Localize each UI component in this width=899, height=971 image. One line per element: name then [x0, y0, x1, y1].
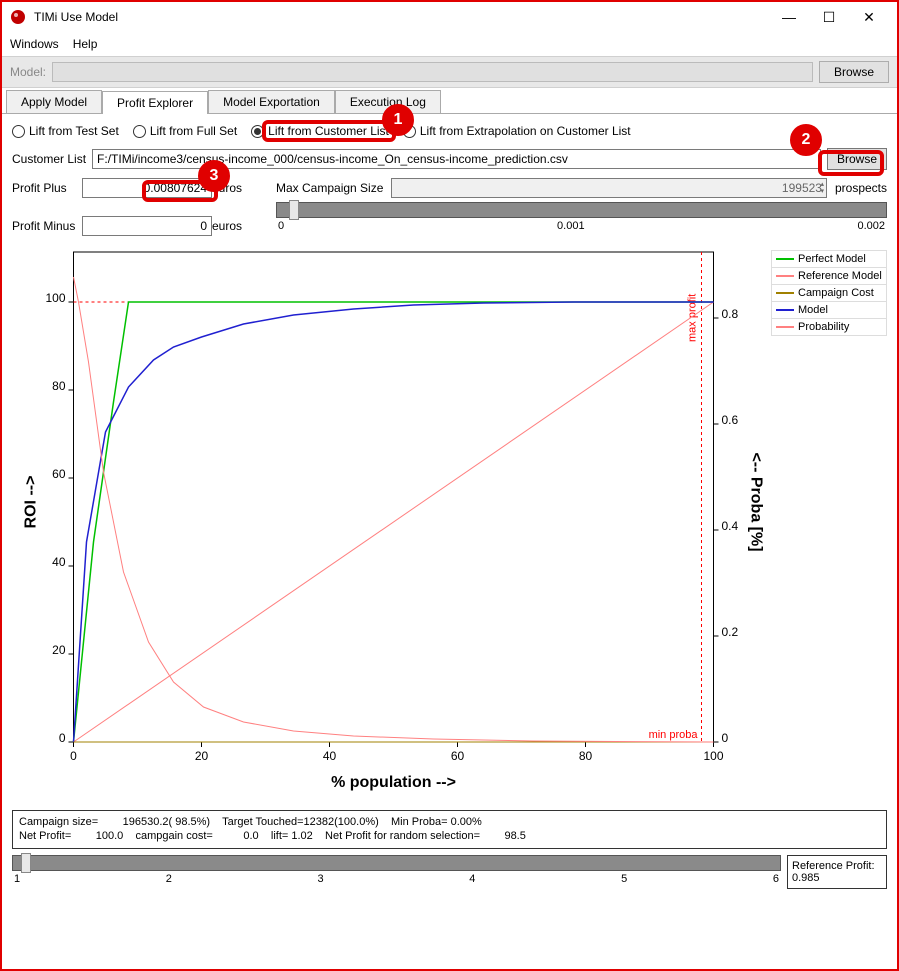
svg-text:0: 0	[59, 731, 66, 745]
window-title: TIMi Use Model	[34, 10, 769, 24]
max-campaign-unit: prospects	[835, 181, 887, 195]
profit-plus-label: Profit Plus	[12, 181, 82, 195]
campaign-slider-thumb[interactable]	[289, 200, 299, 220]
tab-profit-explorer[interactable]: Profit Explorer	[102, 91, 208, 114]
model-bar: Model: Browse	[2, 56, 897, 88]
callout-rect-2	[818, 150, 884, 176]
lift-source-row: Lift from Test Set Lift from Full Set Li…	[12, 124, 887, 138]
svg-text:0.8: 0.8	[722, 307, 739, 321]
svg-text:100: 100	[45, 291, 65, 305]
svg-text:ROI -->: ROI -->	[23, 476, 40, 529]
svg-text:0.2: 0.2	[722, 625, 739, 639]
customer-list-row: Customer List Browse	[12, 148, 887, 170]
callout-1: 1	[382, 104, 414, 136]
svg-text:40: 40	[52, 555, 66, 569]
radio-lift-test[interactable]: Lift from Test Set	[12, 124, 119, 138]
legend-reference: Reference Model	[771, 267, 887, 284]
model-browse-button[interactable]: Browse	[819, 61, 889, 83]
app-icon	[10, 9, 26, 25]
menu-help[interactable]: Help	[73, 37, 98, 51]
campaign-slider-ticks: 0 0.001 0.002	[276, 220, 887, 232]
svg-text:40: 40	[323, 749, 337, 763]
tab-model-exportation[interactable]: Model Exportation	[208, 90, 335, 113]
tab-apply-model[interactable]: Apply Model	[6, 90, 102, 113]
roi-chart: 0 20 40 60 80 100 0 0.2 0.4 0.6 0.8 0 20 4…	[12, 242, 765, 802]
model-input[interactable]	[52, 62, 813, 82]
svg-text:60: 60	[52, 467, 66, 481]
svg-text:100: 100	[703, 749, 723, 763]
max-campaign-input[interactable]: 199523	[391, 178, 827, 198]
svg-text:60: 60	[451, 749, 465, 763]
bottom-slider-ticks: 123456	[12, 873, 781, 885]
menubar: Windows Help	[2, 32, 897, 56]
stats-box: Campaign size= 196530.2( 98.5%) Target T…	[12, 810, 887, 849]
svg-text:20: 20	[52, 643, 66, 657]
profit-minus-input[interactable]	[82, 216, 212, 236]
radio-lift-extrapolation[interactable]: Lift from Extrapolation on Customer List	[403, 124, 631, 138]
callout-3: 3	[198, 160, 230, 192]
svg-text:0: 0	[722, 731, 729, 745]
svg-text:max profit: max profit	[687, 294, 699, 342]
max-campaign-label: Max Campaign Size	[276, 181, 383, 195]
svg-text:0.6: 0.6	[722, 413, 739, 427]
svg-text:min proba: min proba	[649, 729, 699, 741]
reference-profit-box: Reference Profit: 0.985	[787, 855, 887, 889]
callout-2: 2	[790, 124, 822, 156]
maximize-button[interactable]: ☐	[809, 3, 849, 31]
tabs: Apply Model Profit Explorer Model Export…	[2, 90, 897, 114]
customer-list-label: Customer List	[12, 152, 86, 166]
radio-lift-full[interactable]: Lift from Full Set	[133, 124, 237, 138]
svg-text:% population -->: % population -->	[331, 774, 456, 791]
minimize-button[interactable]: —	[769, 3, 809, 31]
svg-text:0.4: 0.4	[722, 519, 739, 533]
chart-legend: Perfect Model Reference Model Campaign C…	[771, 250, 887, 802]
profit-minus-label: Profit Minus	[12, 219, 82, 233]
bottom-slider[interactable]	[12, 855, 781, 871]
svg-text:80: 80	[579, 749, 593, 763]
campaign-slider[interactable]	[276, 202, 887, 218]
svg-text:20: 20	[195, 749, 209, 763]
profit-minus-unit: euros	[212, 219, 252, 233]
menu-windows[interactable]: Windows	[10, 37, 59, 51]
legend-model: Model	[771, 301, 887, 318]
close-button[interactable]: ✕	[849, 3, 889, 31]
bottom-slider-thumb[interactable]	[21, 853, 31, 873]
legend-cost: Campaign Cost	[771, 284, 887, 301]
callout-rect-1	[262, 120, 396, 142]
titlebar: TIMi Use Model — ☐ ✕	[2, 2, 897, 32]
svg-text:80: 80	[52, 379, 66, 393]
model-label: Model:	[10, 65, 46, 79]
legend-prob: Probability	[771, 318, 887, 336]
svg-text:<-- Proba [%]: <-- Proba [%]	[748, 452, 765, 551]
legend-perfect: Perfect Model	[771, 250, 887, 267]
svg-text:0: 0	[70, 749, 77, 763]
